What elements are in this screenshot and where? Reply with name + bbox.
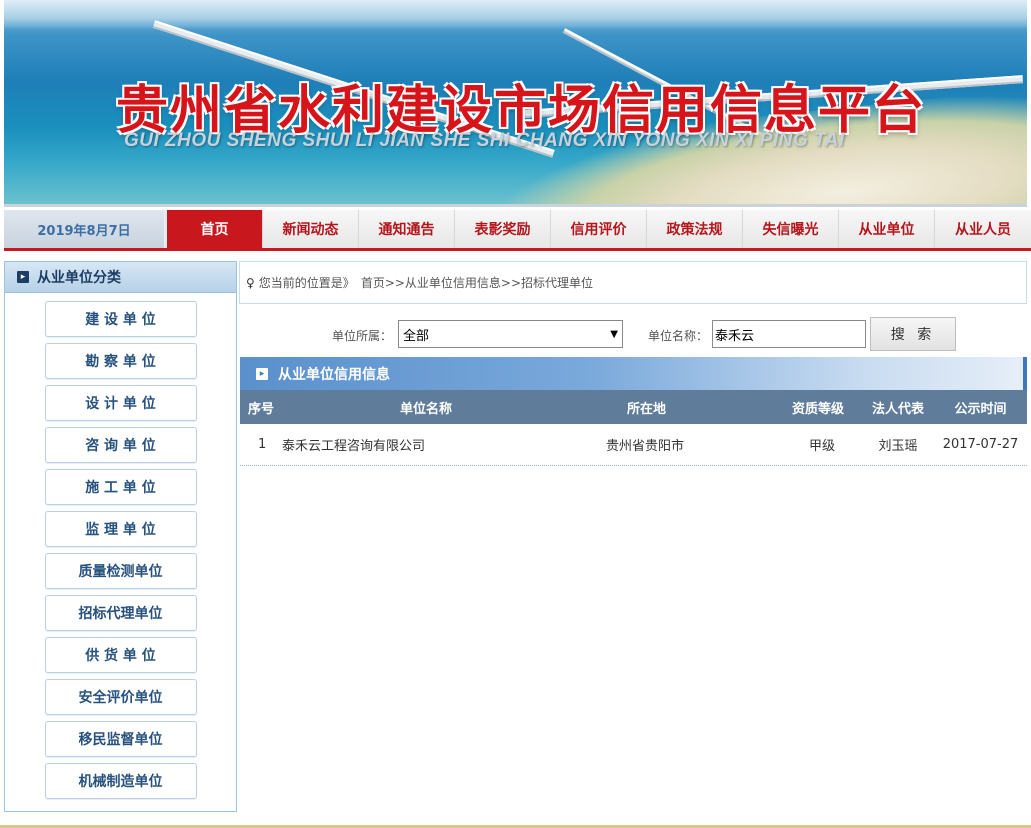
category-design-unit[interactable]: 设 计 单 位 — [44, 385, 197, 421]
cell-index: 1 — [258, 436, 267, 452]
cell-location: 贵州省贵阳市 — [606, 438, 685, 454]
nav-item-practitioner-units[interactable]: 从业单位 — [839, 210, 935, 248]
table-row[interactable]: 1 泰禾云工程咨询有限公司 贵州省贵阳市 甲级 刘玉瑶 2017-07-27 — [240, 424, 1027, 464]
unit-belong-select[interactable]: 全部 ▼ — [398, 320, 623, 348]
category-quality-testing-unit[interactable]: 质量检测单位 — [44, 553, 197, 589]
column-header-unit-name: 单位名称 — [400, 401, 453, 417]
location-pin-icon: ♀ — [246, 275, 255, 290]
cell-legal-rep: 刘玉瑶 — [878, 438, 918, 454]
column-header-publish-date: 公示时间 — [954, 401, 1007, 417]
search-bar: 单位所属： 全部 ▼ 单位名称： 搜 索 — [239, 316, 1027, 352]
unit-belong-label: 单位所属： — [332, 329, 393, 343]
category-consulting-unit[interactable]: 咨 询 单 位 — [44, 427, 197, 463]
nav-item-policies[interactable]: 政策法规 — [647, 210, 743, 248]
search-button[interactable]: 搜 索 — [870, 317, 956, 351]
main-nav: 2019年8月7日 首页 新闻动态 通知通告 表影奖励 信用评价 政策法规 失信… — [4, 210, 1031, 251]
nav-item-awards[interactable]: 表影奖励 — [455, 210, 551, 248]
category-supplier-unit[interactable]: 供 货 单 位 — [44, 637, 197, 673]
nav-item-home[interactable]: 首页 — [167, 210, 263, 248]
results-table: 序号 单位名称 所在地 资质等级 法人代表 公示时间 1 泰禾云工程咨询有限公司… — [240, 390, 1027, 464]
nav-item-credit-evaluation[interactable]: 信用评价 — [551, 210, 647, 248]
nav-item-dishonesty-exposure[interactable]: 失信曝光 — [743, 210, 839, 248]
breadcrumb: ♀ 您当前的位置是》 首页>>从业单位信用信息>>招标代理单位 — [239, 261, 1027, 304]
sidebar-title: ▸ 从业单位分类 — [5, 262, 236, 293]
column-header-location: 所在地 — [627, 401, 667, 417]
category-survey-unit[interactable]: 勘 察 单 位 — [44, 343, 197, 379]
category-resettlement-supervision-unit[interactable]: 移民监督单位 — [44, 721, 197, 757]
header-banner: 贵州省水利建设市场信用信息平台 GUI ZHOU SHENG SHUI LI J… — [4, 0, 1027, 207]
table-header-row: 序号 单位名称 所在地 资质等级 法人代表 公示时间 — [240, 390, 1027, 424]
results-panel: ▸ 从业单位信用信息 序号 单位名称 所在地 资质等级 法人代表 公示时间 1 — [240, 357, 1027, 466]
unit-belong-value: 全部 — [403, 328, 430, 344]
category-builder-unit[interactable]: 施 工 单 位 — [44, 469, 197, 505]
category-construction-unit[interactable]: 建 设 单 位 — [44, 301, 197, 337]
category-bidding-agency-unit[interactable]: 招标代理单位 — [44, 595, 197, 631]
current-date: 2019年8月7日 — [4, 210, 164, 248]
nav-item-news[interactable]: 新闻动态 — [263, 210, 359, 248]
nav-item-notices[interactable]: 通知通告 — [359, 210, 455, 248]
sidebar-title-text: 从业单位分类 — [37, 270, 121, 286]
column-header-qualification: 资质等级 — [791, 401, 844, 417]
panel-title: 从业单位信用信息 — [278, 366, 390, 383]
arrow-tag-icon: ▸ — [256, 367, 268, 380]
sidebar: ▸ 从业单位分类 建 设 单 位 勘 察 单 位 设 计 单 位 咨 询 单 位… — [4, 261, 237, 812]
category-list: 建 设 单 位 勘 察 单 位 设 计 单 位 咨 询 单 位 施 工 单 位 … — [5, 293, 236, 799]
panel-header: ▸ 从业单位信用信息 — [240, 357, 1027, 390]
category-supervision-unit[interactable]: 监 理 单 位 — [44, 511, 197, 547]
site-subtitle: GUI ZHOU SHENG SHUI LI JIAN SHE SHI CHAN… — [124, 130, 845, 151]
column-header-index: 序号 — [248, 401, 275, 417]
cell-publish-date: 2017-07-27 — [942, 436, 1019, 452]
unit-name-input[interactable] — [712, 320, 866, 348]
unit-name-label: 单位名称： — [648, 329, 709, 343]
nav-item-practitioners[interactable]: 从业人员 — [935, 210, 1031, 248]
cell-unit-name[interactable]: 泰禾云工程咨询有限公司 — [282, 424, 600, 464]
category-safety-evaluation-unit[interactable]: 安全评价单位 — [44, 679, 197, 715]
arrow-tag-icon: ▸ — [17, 271, 29, 283]
breadcrumb-path: 首页>>从业单位信用信息>>招标代理单位 — [360, 276, 594, 290]
dropdown-arrow-icon: ▼ — [610, 328, 618, 340]
column-header-legal-rep: 法人代表 — [871, 401, 924, 417]
breadcrumb-prefix: 您当前的位置是》 — [258, 276, 355, 290]
category-machinery-manufacturing-unit[interactable]: 机械制造单位 — [44, 763, 197, 799]
cell-qualification: 甲级 — [808, 438, 835, 454]
